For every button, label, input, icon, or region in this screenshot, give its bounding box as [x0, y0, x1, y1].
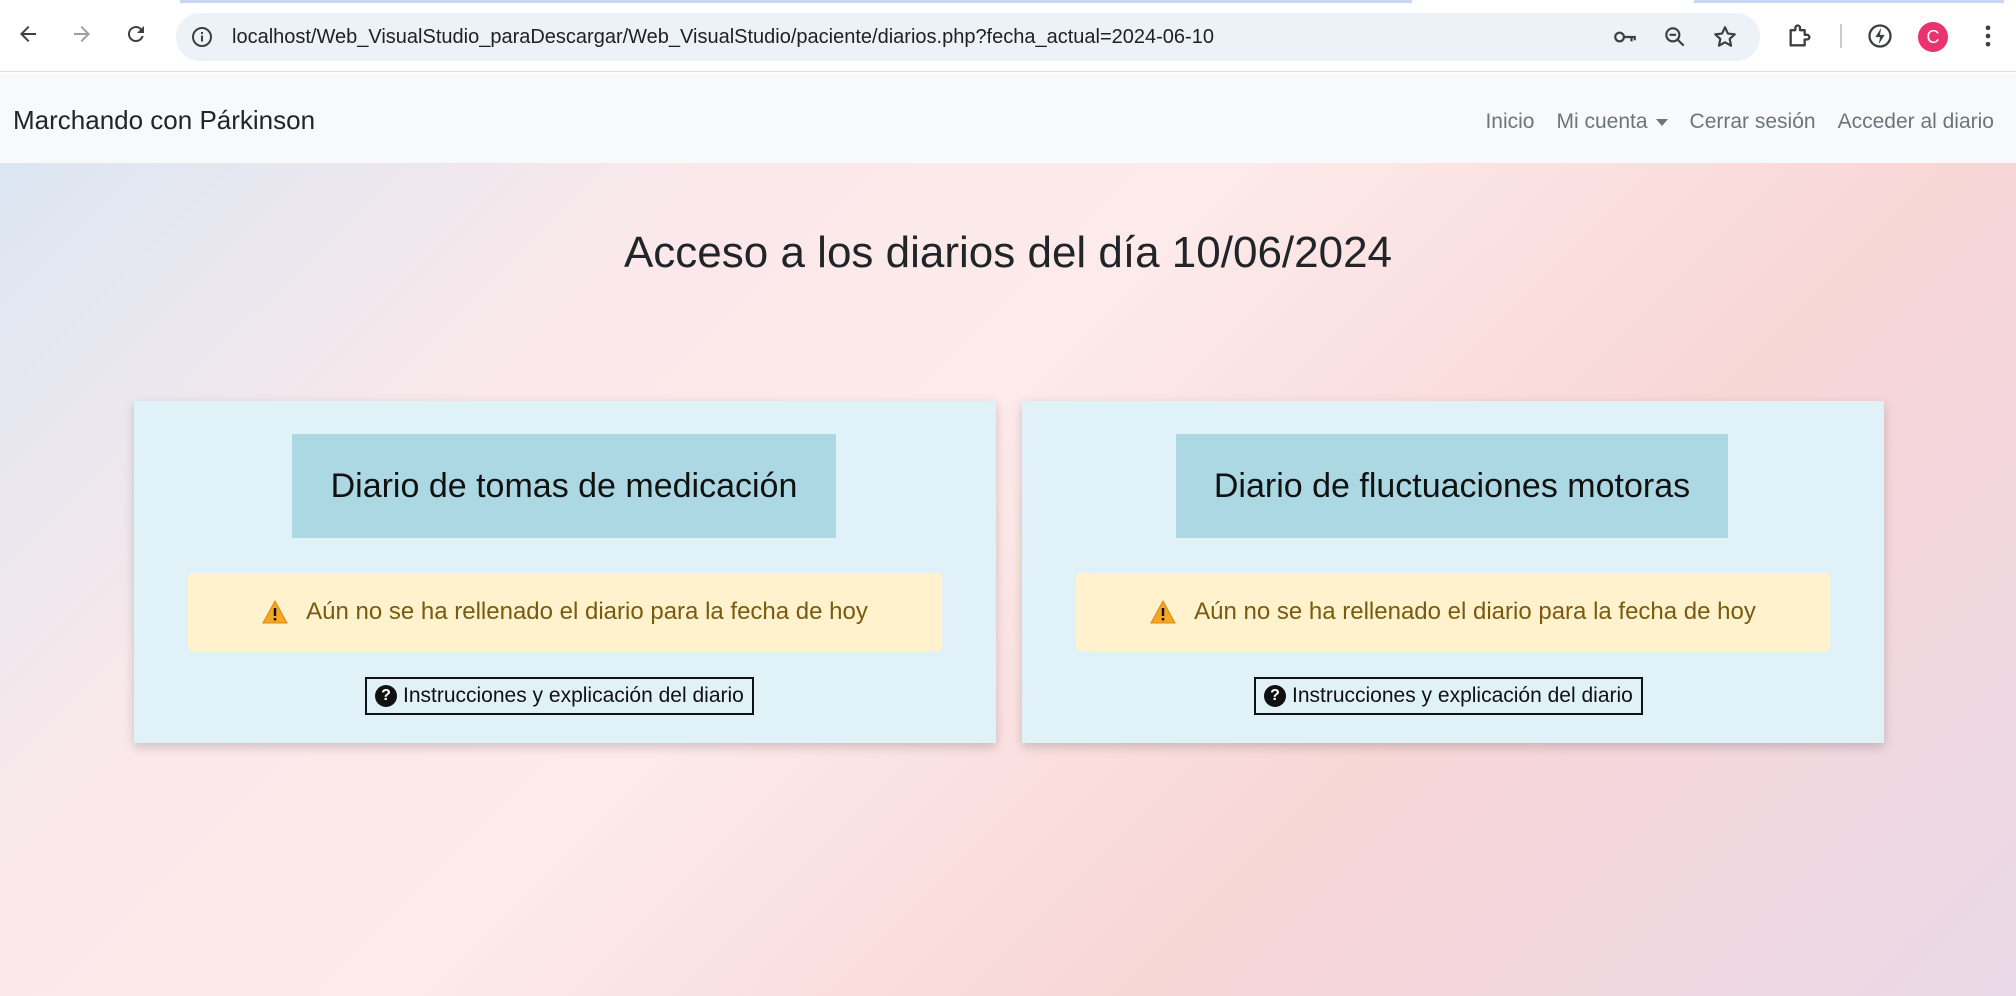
diary-card-medication: Diario de tomas de medicación Aún no se …: [134, 401, 996, 743]
chevron-down-icon: [1655, 118, 1668, 126]
site-info-icon[interactable]: [190, 25, 214, 49]
instructions-button[interactable]: ? Instrucciones y explicación del diario: [1254, 677, 1643, 715]
instructions-label: Instrucciones y explicación del diario: [1292, 684, 1633, 707]
warning-icon: [1150, 600, 1176, 624]
toolbar-separator: [1840, 24, 1842, 48]
browser-toolbar: localhost/Web_VisualStudio_paraDescargar…: [0, 0, 2016, 72]
page-title: Acceso a los diarios del día 10/06/2024: [623, 228, 1393, 277]
back-icon[interactable]: [10, 16, 46, 52]
instructions-label: Instrucciones y explicación del diario: [403, 684, 744, 707]
extensions-icon[interactable]: [1786, 22, 1814, 50]
performance-icon[interactable]: [1866, 22, 1894, 50]
diary-card-title-button[interactable]: Diario de tomas de medicación: [292, 434, 836, 538]
question-icon: ?: [375, 685, 397, 707]
url-text[interactable]: localhost/Web_VisualStudio_paraDescargar…: [232, 26, 1214, 49]
bookmark-star-icon[interactable]: [1712, 24, 1738, 50]
nav-link-mi-cuenta-label: Mi cuenta: [1556, 110, 1648, 133]
address-bar[interactable]: localhost/Web_VisualStudio_paraDescargar…: [176, 13, 1760, 61]
nav-links: Inicio Mi cuenta Cerrar sesión Acceder a…: [1485, 110, 1994, 134]
warning-text: Aún no se ha rellenado el diario para la…: [306, 598, 868, 625]
instructions-button[interactable]: ? Instrucciones y explicación del diario: [365, 677, 754, 715]
tab-strip-edge: [180, 0, 1412, 3]
password-key-icon[interactable]: [1612, 24, 1638, 50]
nav-link-mi-cuenta[interactable]: Mi cuenta: [1556, 110, 1668, 134]
warning-icon: [262, 600, 288, 624]
diary-card-title-button[interactable]: Diario de fluctuaciones motoras: [1176, 434, 1728, 538]
reload-icon[interactable]: [118, 16, 154, 52]
site-navbar: Marchando con Párkinson Inicio Mi cuenta…: [0, 73, 2016, 163]
menu-icon[interactable]: [1974, 22, 2002, 50]
forward-icon[interactable]: [64, 16, 100, 52]
profile-avatar[interactable]: C: [1918, 22, 1948, 52]
page-content: Marchando con Párkinson Inicio Mi cuenta…: [0, 73, 2016, 996]
warning-text: Aún no se ha rellenado el diario para la…: [1194, 598, 1756, 625]
nav-link-cerrar-sesion[interactable]: Cerrar sesión: [1690, 110, 1816, 134]
warning-alert: Aún no se ha rellenado el diario para la…: [188, 573, 942, 651]
nav-link-acceder-diario[interactable]: Acceder al diario: [1838, 110, 1994, 134]
tab-strip-edge-right: [1694, 0, 2004, 3]
brand-logo-text[interactable]: Marchando con Párkinson: [13, 105, 315, 136]
warning-alert: Aún no se ha rellenado el diario para la…: [1076, 573, 1830, 651]
question-icon: ?: [1264, 685, 1286, 707]
nav-link-inicio[interactable]: Inicio: [1485, 110, 1534, 134]
diary-card-motor-fluctuations: Diario de fluctuaciones motoras Aún no s…: [1022, 401, 1884, 743]
zoom-icon[interactable]: [1662, 24, 1688, 50]
